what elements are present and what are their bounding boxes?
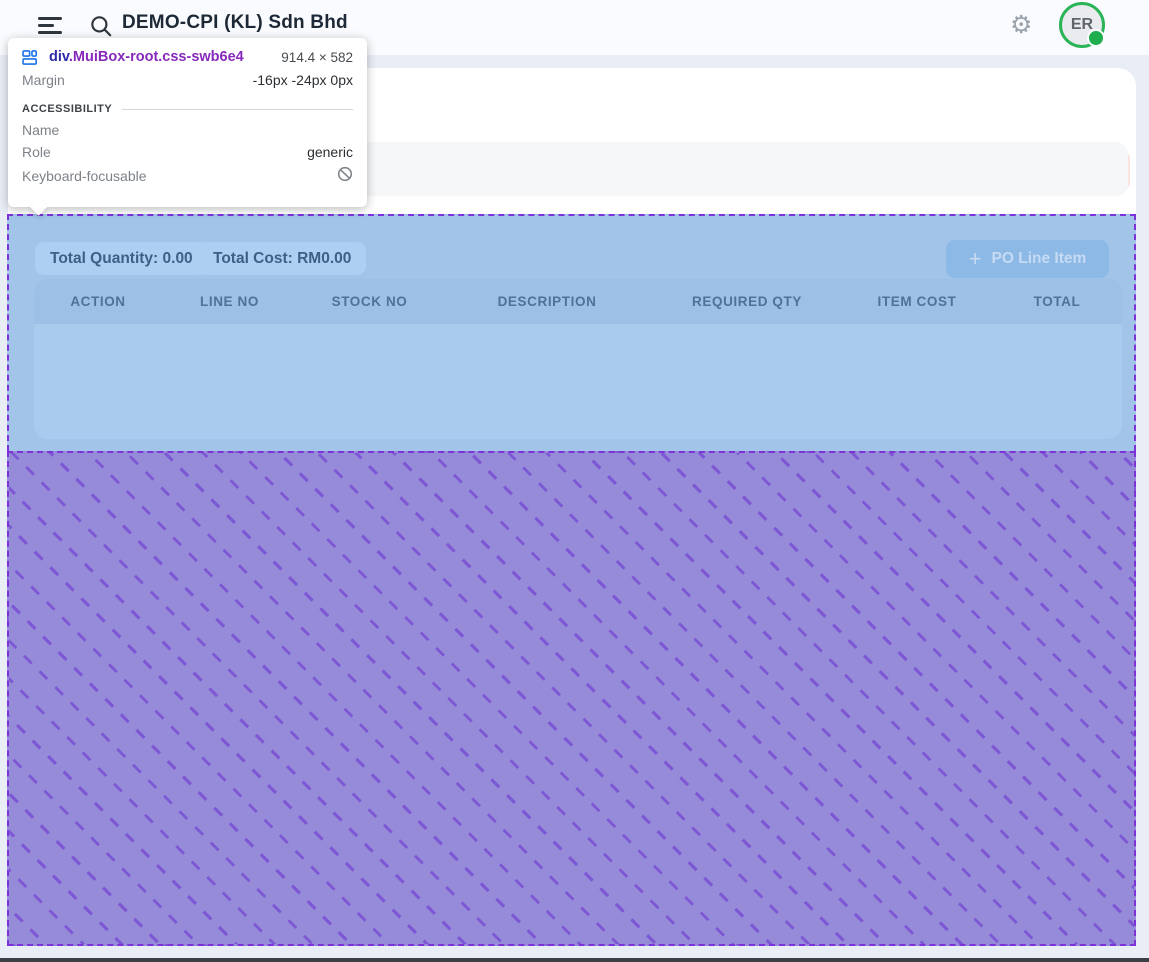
column-header: DESCRIPTION <box>442 294 652 309</box>
add-po-line-item-button[interactable]: + PO Line Item <box>946 240 1109 278</box>
element-dimensions: 914.4 × 582 <box>281 50 353 65</box>
online-status-dot <box>1087 29 1105 47</box>
app-window: ✓ Save ✕ Cancel Ship / Bill To PO Line <box>0 0 1149 962</box>
hamburger-menu-icon[interactable] <box>38 17 62 37</box>
column-header: TOTAL <box>992 294 1122 309</box>
company-title: DEMO-CPI (KL) Sdn Bhd <box>122 12 348 34</box>
total-quantity-text: Total Quantity: 0.00 <box>50 250 193 268</box>
tooltip-selector-row: div.MuiBox-root.css-swb6e4 914.4 × 582 <box>8 38 367 69</box>
gear-icon[interactable]: ⚙ <box>1010 9 1032 42</box>
search-icon[interactable] <box>88 13 114 39</box>
element-classes: .MuiBox-root.css-swb6e4 <box>69 49 244 65</box>
devtools-margin-highlight <box>7 451 1136 946</box>
a11y-name-label: Name <box>22 122 59 138</box>
avatar[interactable]: ER <box>1059 2 1105 48</box>
margin-row: Margin -16px -24px 0px <box>8 69 367 91</box>
column-header: STOCK NO <box>297 294 442 309</box>
margin-value: -16px -24px 0px <box>253 72 353 88</box>
column-header: LINE NO <box>162 294 297 309</box>
a11y-role-label: Role <box>22 144 51 160</box>
total-cost-text: Total Cost: RM0.00 <box>213 250 351 268</box>
element-badge-icon <box>22 50 41 65</box>
devtools-content-highlight: Total Quantity: 0.00 Total Cost: RM0.00 … <box>7 214 1136 451</box>
window-bottom-edge <box>0 958 1149 962</box>
a11y-keyboard-label: Keyboard-focusable <box>22 168 147 184</box>
accessibility-section-heading: ACCESSIBILITY <box>8 91 367 119</box>
add-po-line-item-label: PO Line Item <box>992 250 1087 268</box>
not-focusable-icon <box>337 166 353 185</box>
divider <box>122 109 353 110</box>
accessibility-heading-text: ACCESSIBILITY <box>22 103 112 115</box>
devtools-inspect-tooltip: div.MuiBox-root.css-swb6e4 914.4 × 582 M… <box>8 38 367 207</box>
a11y-keyboard-row: Keyboard-focusable <box>8 163 367 188</box>
column-header: ITEM COST <box>842 294 992 309</box>
plus-icon: + <box>969 248 982 270</box>
a11y-role-value: generic <box>307 144 353 160</box>
selected-element-selector: div.MuiBox-root.css-swb6e4 <box>49 49 244 65</box>
a11y-name-row: Name <box>8 119 367 141</box>
column-header: ACTION <box>34 294 162 309</box>
po-line-table-header: ACTION LINE NO STOCK NO DESCRIPTION REQU… <box>34 279 1122 324</box>
margin-label: Margin <box>22 72 65 88</box>
a11y-role-row: Role generic <box>8 141 367 163</box>
total-cost-chip: Total Cost: RM0.00 <box>198 242 366 275</box>
po-line-table: ACTION LINE NO STOCK NO DESCRIPTION REQU… <box>34 279 1122 439</box>
total-quantity-chip: Total Quantity: 0.00 <box>35 242 208 275</box>
column-header: REQUIRED QTY <box>652 294 842 309</box>
element-tag: div <box>49 49 69 65</box>
